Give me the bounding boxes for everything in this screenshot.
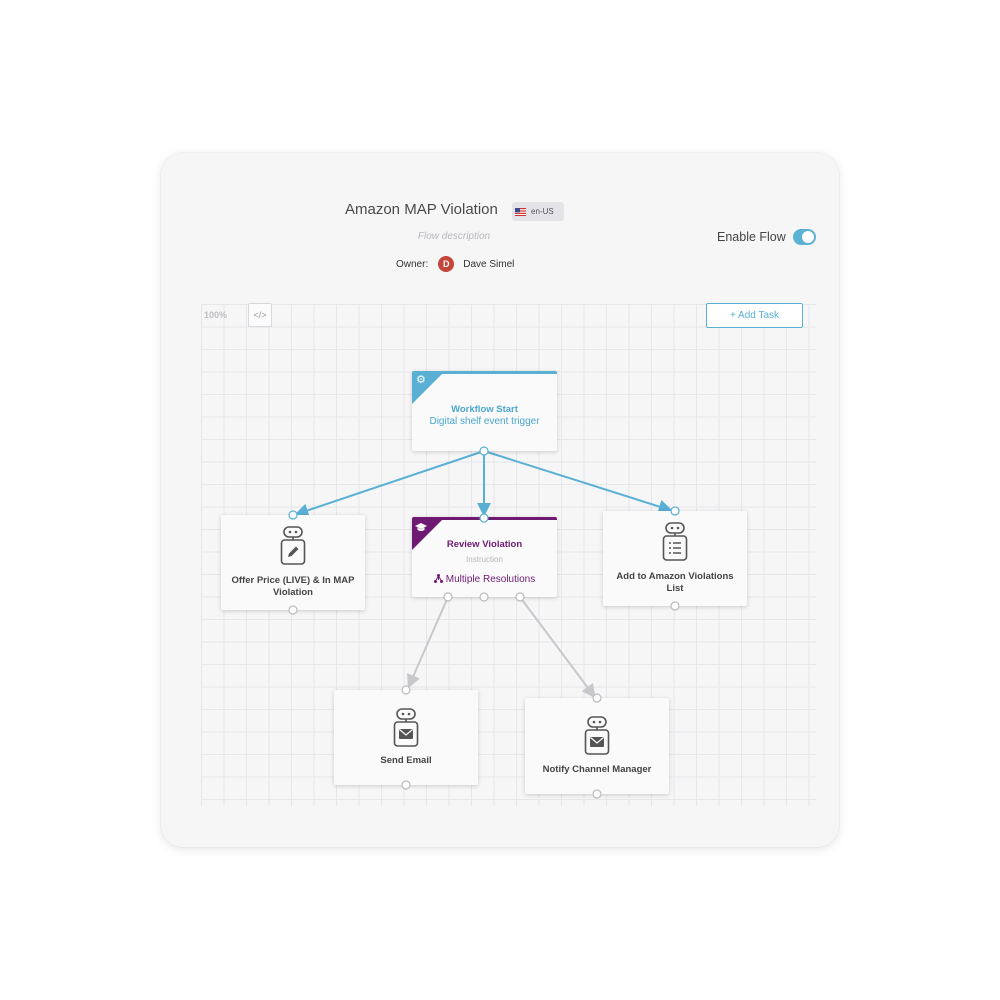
port-review-output-2[interactable] bbox=[479, 592, 489, 602]
port-add-list-output[interactable] bbox=[670, 601, 680, 611]
port-notify-input[interactable] bbox=[592, 693, 602, 703]
connection-ports bbox=[288, 446, 680, 799]
port-start-output[interactable] bbox=[479, 446, 489, 456]
port-notify-output[interactable] bbox=[592, 789, 602, 799]
port-offer-price-output[interactable] bbox=[288, 605, 298, 615]
port-review-input[interactable] bbox=[479, 513, 489, 523]
port-review-output-3[interactable] bbox=[515, 592, 525, 602]
port-review-output-1[interactable] bbox=[443, 592, 453, 602]
port-send-email-input[interactable] bbox=[401, 685, 411, 695]
port-offer-price-input[interactable] bbox=[288, 510, 298, 520]
port-send-email-output[interactable] bbox=[401, 780, 411, 790]
port-add-list-input[interactable] bbox=[670, 506, 680, 516]
